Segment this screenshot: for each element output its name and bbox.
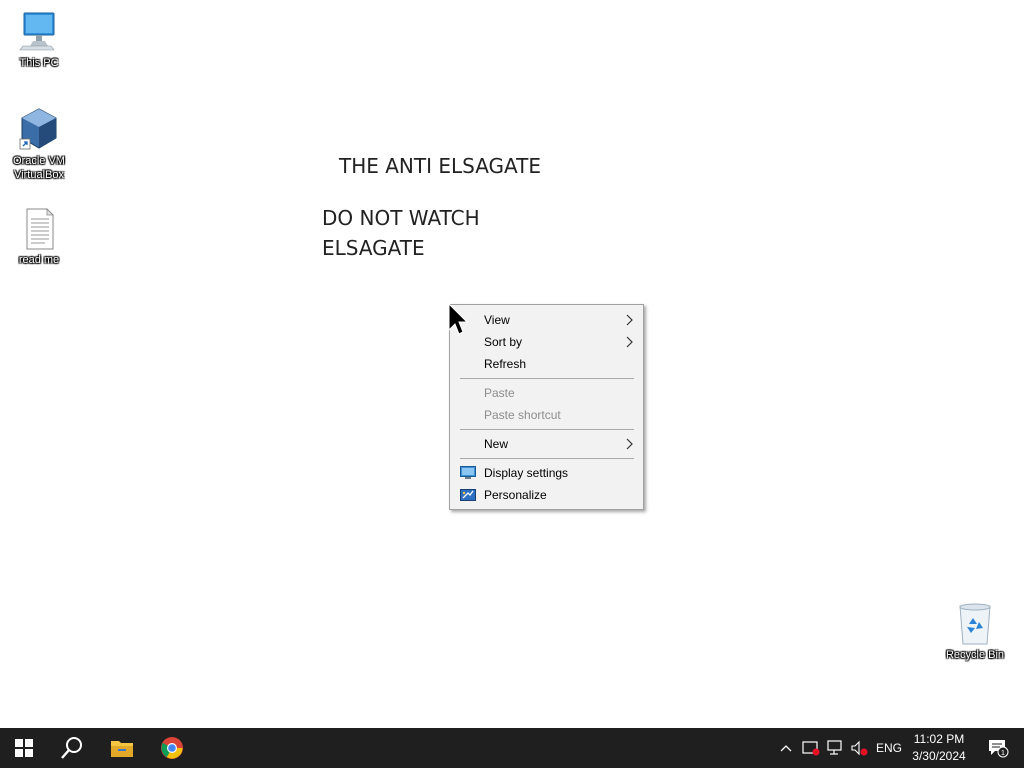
security-tray-button[interactable] — [800, 728, 822, 768]
desktop-icon-label: Recycle Bin — [945, 649, 1005, 661]
clock-time: 11:02 PM — [913, 732, 965, 746]
personalize-icon — [460, 489, 476, 501]
action-center-button[interactable]: 1 — [978, 728, 1018, 768]
desktop-icon-label: This PC — [19, 57, 59, 69]
desktop-icon-read-me[interactable]: read me — [1, 207, 77, 267]
chevron-up-icon — [780, 745, 792, 752]
desktop-icon-label: Oracle VM VirtualBox — [1, 154, 77, 182]
mouse-cursor-icon — [448, 303, 469, 335]
chevron-right-icon — [626, 314, 633, 326]
this-pc-icon — [19, 12, 55, 51]
menu-separator — [460, 378, 634, 379]
chrome-button[interactable] — [148, 728, 196, 768]
desktop-icon-label: read me — [18, 254, 60, 266]
desktop[interactable]: This PC Oracle VM VirtualBox read me Rec… — [0, 0, 1024, 728]
menu-item-label: Personalize — [484, 488, 547, 502]
network-icon — [827, 740, 842, 755]
menu-item-label: View — [484, 313, 510, 327]
volume-muted-icon — [851, 740, 868, 756]
menu-item-view[interactable]: View — [450, 309, 643, 331]
label-line-2: VirtualBox — [14, 169, 64, 181]
file-explorer-button[interactable] — [98, 728, 146, 768]
security-icon — [802, 741, 820, 756]
desktop-text-line-2: ELSAGATE — [322, 236, 425, 260]
menu-item-paste-shortcut: Paste shortcut — [450, 404, 643, 426]
menu-item-label: Refresh — [484, 357, 527, 371]
chevron-right-icon — [626, 336, 633, 348]
menu-item-label: Paste — [484, 386, 515, 400]
desktop-context-menu: View Sort by Refresh Paste Paste shortcu… — [449, 304, 644, 510]
desktop-icon-this-pc[interactable]: This PC — [1, 10, 77, 70]
menu-item-paste: Paste — [450, 382, 643, 404]
menu-item-personalize[interactable]: Personalize — [450, 484, 643, 506]
show-hidden-icons-button[interactable] — [776, 728, 796, 768]
taskbar: ENG 11:02 PM 3/30/2024 1 — [0, 728, 1024, 768]
search-button[interactable] — [48, 728, 96, 768]
menu-item-refresh[interactable]: Refresh — [450, 353, 643, 375]
search-icon — [61, 737, 82, 759]
start-icon — [15, 739, 33, 757]
start-button[interactable] — [0, 728, 48, 768]
display-settings-icon — [460, 466, 476, 479]
menu-item-label: New — [484, 437, 509, 451]
menu-item-label: Paste shortcut — [484, 408, 561, 422]
clock[interactable]: 11:02 PM 3/30/2024 — [903, 731, 975, 765]
menu-item-display-settings[interactable]: Display settings — [450, 462, 643, 484]
chevron-right-icon — [626, 438, 633, 450]
volume-tray-button[interactable] — [848, 728, 870, 768]
menu-separator — [460, 429, 634, 430]
desktop-icon-virtualbox[interactable]: Oracle VM VirtualBox — [1, 106, 77, 182]
menu-item-label: Sort by — [484, 335, 523, 349]
menu-separator — [460, 458, 634, 459]
desktop-title-text: THE ANTI ELSAGATE — [339, 154, 542, 178]
desktop-icon-recycle-bin[interactable]: Recycle Bin — [937, 602, 1013, 662]
file-explorer-icon — [111, 741, 133, 757]
menu-item-new[interactable]: New — [450, 433, 643, 455]
language-indicator[interactable]: ENG — [876, 741, 902, 755]
network-tray-button[interactable] — [824, 728, 846, 768]
menu-item-label: Display settings — [484, 466, 569, 480]
notification-count: 1 — [1001, 748, 1005, 757]
text-file-icon — [26, 208, 54, 250]
chrome-icon — [161, 737, 183, 759]
notification-icon: 1 — [989, 740, 1009, 758]
recycle-bin-icon — [959, 603, 991, 645]
virtualbox-icon — [19, 108, 57, 150]
desktop-text-line-1: DO NOT WATCH — [322, 206, 480, 230]
clock-date: 3/30/2024 — [912, 749, 966, 763]
menu-item-sort-by[interactable]: Sort by — [450, 331, 643, 353]
label-line-1: Oracle VM — [13, 155, 65, 167]
